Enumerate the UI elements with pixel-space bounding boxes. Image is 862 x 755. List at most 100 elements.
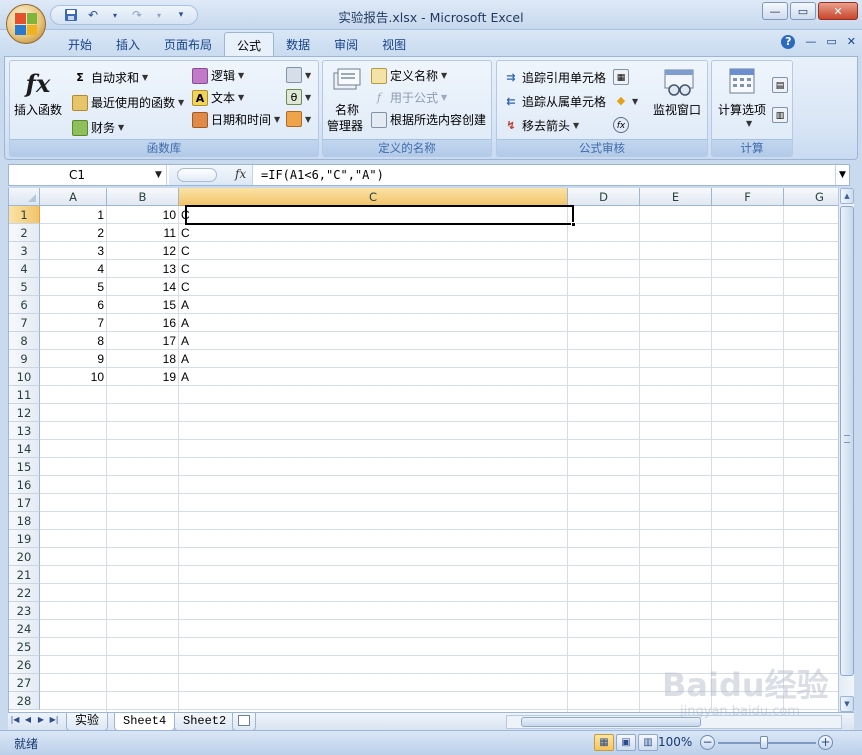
cell-a8[interactable]: 8: [40, 332, 107, 350]
select-all-corner[interactable]: [9, 188, 40, 206]
cell-c5[interactable]: C: [179, 278, 568, 296]
vertical-scrollbar[interactable]: ▲ ▼: [838, 188, 854, 712]
define-name-button[interactable]: 定义名称 ▼: [371, 67, 447, 84]
cell-c8[interactable]: A: [179, 332, 568, 350]
cell-c9[interactable]: A: [179, 350, 568, 368]
cell-b10[interactable]: 19: [107, 368, 179, 386]
help-icon[interactable]: ?: [781, 35, 796, 49]
column-header-c[interactable]: C: [179, 188, 568, 206]
row-header-22[interactable]: 22: [9, 584, 40, 602]
calc-options-button[interactable]: 计算选项: [718, 101, 766, 118]
name-manager-button[interactable]: 名称: [335, 101, 359, 118]
formula-bar-divider-handle[interactable]: [177, 168, 217, 182]
cell-c2[interactable]: C: [179, 224, 568, 242]
prev-sheet-icon[interactable]: ◀: [23, 715, 33, 724]
next-sheet-icon[interactable]: ▶: [36, 715, 46, 724]
column-header-b[interactable]: B: [107, 188, 179, 206]
last-sheet-icon[interactable]: ▶|: [49, 715, 59, 724]
cell-b8[interactable]: 17: [107, 332, 179, 350]
expand-formula-bar-icon[interactable]: ▼: [835, 165, 849, 185]
row-header-24[interactable]: 24: [9, 620, 40, 638]
column-header-a[interactable]: A: [40, 188, 107, 206]
row-header-7[interactable]: 7: [9, 314, 40, 332]
trace-precedents-button[interactable]: ⇉ 追踪引用单元格: [503, 69, 606, 86]
evaluate-formula-button[interactable]: fx: [613, 117, 629, 133]
cell-b6[interactable]: 15: [107, 296, 179, 314]
row-header-4[interactable]: 4: [9, 260, 40, 278]
zoom-out-button[interactable]: −: [700, 735, 715, 750]
tab-6[interactable]: 视图: [370, 32, 418, 56]
cell-b9[interactable]: 18: [107, 350, 179, 368]
cell-b4[interactable]: 13: [107, 260, 179, 278]
page-layout-view-button[interactable]: ▣: [616, 734, 636, 751]
cell-c7[interactable]: A: [179, 314, 568, 332]
cell-a4[interactable]: 4: [40, 260, 107, 278]
name-box[interactable]: C1: [9, 165, 167, 185]
ribbon-minimize-button[interactable]: —: [805, 35, 816, 49]
fill-handle[interactable]: [571, 222, 576, 227]
cell-a9[interactable]: 9: [40, 350, 107, 368]
first-sheet-icon[interactable]: |◀: [10, 715, 20, 724]
column-header-e[interactable]: E: [640, 188, 712, 206]
row-header-25[interactable]: 25: [9, 638, 40, 656]
cell-a6[interactable]: 6: [40, 296, 107, 314]
row-header-26[interactable]: 26: [9, 656, 40, 674]
cell-b1[interactable]: 10: [107, 206, 179, 224]
row-header-2[interactable]: 2: [9, 224, 40, 242]
column-header-d[interactable]: D: [568, 188, 640, 206]
name-box-dropdown-icon[interactable]: ▼: [155, 165, 162, 185]
insert-function-button[interactable]: 插入函数: [14, 101, 62, 118]
tab-0[interactable]: 开始: [56, 32, 104, 56]
tab-5[interactable]: 审阅: [322, 32, 370, 56]
cell-a10[interactable]: 10: [40, 368, 107, 386]
row-header-16[interactable]: 16: [9, 476, 40, 494]
row-header-8[interactable]: 8: [9, 332, 40, 350]
row-header-15[interactable]: 15: [9, 458, 40, 476]
scroll-up-button[interactable]: ▲: [840, 188, 854, 204]
tab-2[interactable]: 页面布局: [152, 32, 224, 56]
insert-worksheet-button[interactable]: [232, 713, 256, 731]
row-header-28[interactable]: 28: [9, 692, 40, 710]
row-header-21[interactable]: 21: [9, 566, 40, 584]
horizontal-scroll-thumb[interactable]: [521, 717, 701, 727]
row-header-14[interactable]: 14: [9, 440, 40, 458]
recent-functions-button[interactable]: 最近使用的函数 ▼: [72, 94, 184, 111]
row-header-13[interactable]: 13: [9, 422, 40, 440]
minimize-button[interactable]: —: [762, 2, 788, 20]
cell-b3[interactable]: 12: [107, 242, 179, 260]
calc-options-dropdown[interactable]: ▼: [746, 119, 752, 128]
row-header-19[interactable]: 19: [9, 530, 40, 548]
row-header-17[interactable]: 17: [9, 494, 40, 512]
sheet-tab-0[interactable]: 实验: [66, 713, 109, 731]
cell-c10[interactable]: A: [179, 368, 568, 386]
watch-window-button[interactable]: 监视窗口: [653, 101, 701, 118]
logical-button[interactable]: 逻辑 ▼: [192, 67, 244, 84]
use-in-formula-button[interactable]: f 用于公式 ▼: [371, 89, 447, 106]
ribbon-restore-button[interactable]: ▭: [826, 35, 836, 49]
cell-b5[interactable]: 14: [107, 278, 179, 296]
scroll-down-button[interactable]: ▼: [840, 696, 854, 712]
autosum-button[interactable]: Σ 自动求和 ▼: [72, 69, 148, 86]
create-from-selection-button[interactable]: 根据所选内容创建: [371, 111, 486, 128]
cell-b2[interactable]: 11: [107, 224, 179, 242]
calculate-sheet-button[interactable]: ▥: [772, 107, 788, 123]
cell-c4[interactable]: C: [179, 260, 568, 278]
office-button[interactable]: [6, 4, 46, 44]
financial-button[interactable]: 财务 ▼: [72, 119, 124, 136]
tab-3[interactable]: 公式: [224, 32, 275, 56]
cell-a7[interactable]: 7: [40, 314, 107, 332]
row-header-5[interactable]: 5: [9, 278, 40, 296]
row-header-1[interactable]: 1: [9, 206, 40, 224]
sheet-tab-1[interactable]: Sheet4: [114, 713, 176, 731]
datetime-button[interactable]: 日期和时间 ▼: [192, 111, 280, 128]
math-trig-button[interactable]: θ ▼: [286, 89, 311, 105]
sheet-tab-2[interactable]: Sheet2: [174, 713, 236, 731]
calculate-now-button[interactable]: ▤: [772, 77, 788, 93]
more-functions-button[interactable]: ▼: [286, 111, 311, 127]
error-checking-button[interactable]: ◆ ▼: [613, 93, 638, 109]
cell-a3[interactable]: 3: [40, 242, 107, 260]
row-header-3[interactable]: 3: [9, 242, 40, 260]
row-header-10[interactable]: 10: [9, 368, 40, 386]
row-header-18[interactable]: 18: [9, 512, 40, 530]
vertical-scroll-thumb[interactable]: [840, 206, 854, 676]
